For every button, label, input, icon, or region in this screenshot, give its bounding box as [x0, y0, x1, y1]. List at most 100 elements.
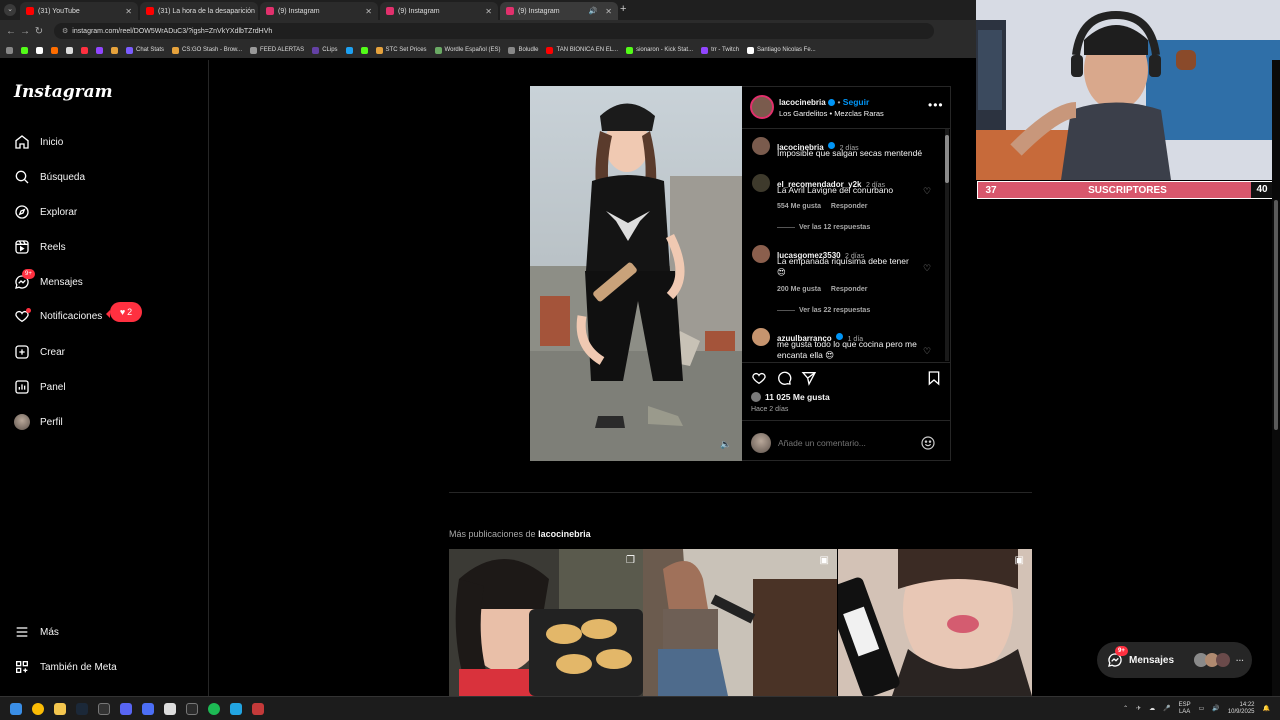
tab-instagram-active[interactable]: (9) Instagram 🔊 ✕ [500, 2, 618, 20]
language-indicator[interactable]: ESP LAA [1179, 702, 1191, 716]
post-time[interactable]: Hace 2 días [751, 406, 788, 413]
discord-icon[interactable] [120, 702, 132, 715]
app-icon[interactable] [186, 702, 198, 715]
sidebar-item-mas[interactable]: Más [14, 622, 59, 642]
comment-avatar[interactable] [752, 137, 770, 155]
reel-video[interactable]: 🔈 [530, 86, 742, 461]
bookmark-icon[interactable] [111, 46, 118, 54]
author-username[interactable]: lacocinebria [779, 98, 826, 107]
like-comment-heart-icon[interactable]: ♡ [923, 263, 931, 274]
bookmark-icon[interactable] [345, 46, 353, 54]
save-bookmark-icon[interactable] [926, 370, 942, 391]
comment-likes[interactable]: 200 Me gusta [777, 286, 821, 293]
post-audio-line[interactable]: Los Gardelitos • Mezclas Raras [779, 109, 884, 118]
mute-icon[interactable]: 🔈 [720, 439, 731, 450]
apps-grid-icon[interactable] [6, 46, 13, 54]
back-arrow-icon[interactable]: ← [4, 26, 18, 37]
tab-search-button[interactable]: ⌄ [4, 4, 16, 16]
emoji-icon[interactable] [920, 435, 936, 456]
more-post-thumbnail[interactable]: ▣ [643, 549, 837, 696]
chevron-up-icon[interactable]: ⌃ [1123, 705, 1128, 712]
bookmark-tan-bionica[interactable]: TAN BIONICA EN EL... [546, 46, 618, 54]
close-icon[interactable]: ✕ [125, 7, 132, 16]
reload-icon[interactable]: ↻ [32, 26, 46, 37]
sidebar-item-mensajes[interactable]: 9+ Mensajes [14, 269, 83, 292]
comment-avatar[interactable] [752, 174, 770, 192]
comments-scrollbar[interactable] [945, 129, 949, 361]
app-icon[interactable] [164, 702, 176, 715]
reply-button[interactable]: Responder [831, 203, 868, 210]
bookmark-santiago[interactable]: Santiago Nicolas Fe... [746, 46, 816, 54]
sidebar-item-inicio[interactable]: Inicio [14, 132, 63, 152]
file-explorer-icon[interactable] [54, 702, 66, 715]
author-avatar[interactable] [750, 95, 774, 119]
audio-icon[interactable]: 🔊 [589, 7, 598, 15]
app-icon[interactable] [252, 702, 264, 715]
tab-youtube[interactable]: (31) YouTube ✕ [20, 2, 138, 20]
app-icon[interactable] [230, 702, 242, 715]
comment-avatar[interactable] [752, 328, 770, 346]
more-options-icon[interactable]: ••• [928, 98, 944, 112]
tray-app-icon[interactable]: ☁ [1149, 705, 1155, 712]
sidebar-item-notificaciones[interactable]: Notificaciones [14, 306, 102, 326]
sidebar-item-tambien-de-meta[interactable]: También de Meta [14, 657, 117, 677]
like-comment-heart-icon[interactable]: ♡ [923, 346, 931, 357]
messages-floating-button[interactable]: 9+ Mensajes ··· [1097, 642, 1252, 678]
comments-scroll-thumb[interactable] [945, 135, 949, 183]
bookmark-icon[interactable] [360, 46, 368, 54]
bookmark-wordle[interactable]: Wordle Español (ES) [434, 46, 500, 54]
notifications-bell-icon[interactable]: 🔔 [1263, 705, 1270, 712]
sidebar-item-perfil[interactable]: Perfil [14, 412, 63, 432]
comment-likes[interactable]: 554 Me gusta [777, 203, 821, 210]
bookmark-feed-alertas[interactable]: FEED ALERTAS [250, 46, 304, 54]
reply-button[interactable]: Responder [831, 286, 868, 293]
obs-icon[interactable] [98, 702, 110, 715]
more-post-thumbnail[interactable]: ❐ [449, 549, 643, 696]
like-heart-icon[interactable] [751, 370, 767, 391]
bookmark-clips[interactable]: CLips [312, 46, 338, 54]
share-send-icon[interactable] [801, 370, 817, 391]
bookmark-icon[interactable] [96, 46, 103, 54]
tray-app-icon[interactable]: 🎤 [1163, 705, 1170, 712]
bookmark-kick-stats[interactable]: sionaron - Kick Stat... [626, 46, 693, 54]
bookmark-csgo-stash[interactable]: CS:GO Stash - Brow... [172, 46, 242, 54]
bookmark-icon[interactable] [51, 46, 58, 54]
tray-app-icon[interactable]: ✈ [1136, 705, 1141, 712]
tab-youtube-2[interactable]: (31) La hora de la desaparición ✕ [140, 2, 258, 20]
close-icon[interactable]: ✕ [485, 7, 492, 16]
page-scroll-thumb[interactable] [1274, 200, 1278, 430]
sidebar-item-reels[interactable]: Reels [14, 237, 66, 257]
bookmark-icon[interactable] [36, 46, 43, 54]
chrome-icon[interactable] [32, 702, 44, 715]
url-input[interactable]: ⚙ instagram.com/reel/DOW5WrADuC3/?igsh=Z… [54, 23, 934, 39]
spotify-icon[interactable] [208, 702, 220, 715]
bookmark-twitch[interactable]: trr - Twitch [701, 46, 739, 54]
bookmark-stc[interactable]: STC Set Prices [375, 46, 427, 54]
close-icon[interactable]: ✕ [365, 7, 372, 16]
new-tab-button[interactable]: + [620, 3, 626, 15]
add-comment-input[interactable] [778, 435, 908, 451]
tab-instagram-2[interactable]: (9) Instagram ✕ [380, 2, 498, 20]
likes-row[interactable]: 11 025 Me gusta [751, 392, 830, 402]
site-info-icon[interactable]: ⚙ [62, 27, 68, 35]
bookmark-chat-stats[interactable]: Chat Stats [126, 46, 164, 54]
bookmark-icon[interactable] [81, 46, 88, 54]
forward-arrow-icon[interactable]: → [18, 26, 32, 37]
comment-avatar[interactable] [752, 245, 770, 263]
tab-instagram-1[interactable]: (9) Instagram ✕ [260, 2, 378, 20]
network-icon[interactable]: ▭ [1199, 705, 1205, 712]
more-posts-username[interactable]: lacocinebria [538, 529, 591, 539]
clock[interactable]: 14:22 10/9/2025 [1228, 702, 1255, 716]
sidebar-item-busqueda[interactable]: Búsqueda [14, 167, 85, 187]
more-post-thumbnail[interactable]: ▣ [838, 549, 1032, 696]
bookmark-icon[interactable] [66, 46, 73, 54]
sidebar-item-crear[interactable]: Crear [14, 342, 65, 362]
windows-start-icon[interactable] [10, 702, 22, 715]
volume-icon[interactable]: 🔊 [1212, 705, 1219, 712]
steam-icon[interactable] [76, 702, 88, 715]
like-comment-heart-icon[interactable]: ♡ [923, 186, 931, 197]
comment-bubble-icon[interactable] [776, 370, 792, 391]
notification-count-pill[interactable]: ♥ 2 [106, 302, 142, 322]
instagram-logo[interactable]: Instagram [14, 82, 113, 102]
follow-button[interactable]: Seguir [843, 97, 869, 107]
